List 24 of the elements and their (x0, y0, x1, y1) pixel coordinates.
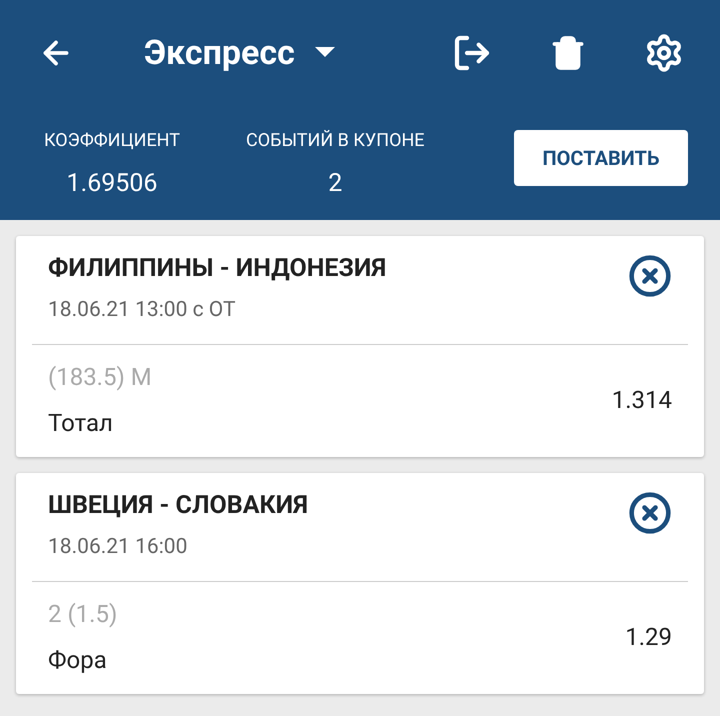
exit-icon[interactable] (452, 33, 492, 73)
odd-value: 1.29 (625, 622, 672, 653)
caret-icon (314, 47, 335, 59)
stat-label: СОБЫТИЙ В КУПОНЕ (246, 129, 425, 153)
close-icon (628, 491, 672, 535)
stat-value: 2 (328, 168, 342, 200)
remove-button[interactable] (628, 254, 672, 298)
stat-value: 1.69506 (66, 168, 158, 200)
title-dropdown[interactable]: Экспресс (144, 28, 335, 78)
odd-value: 1.314 (612, 385, 672, 416)
market-name: Тотал (48, 408, 114, 439)
place-bet-button[interactable]: ПОСТАВИТЬ (514, 130, 688, 186)
match-title: ФИЛИППИНЫ - ИНДОНЕЗИЯ (48, 253, 386, 285)
stat-label: КОЭФФИЦИЕНТ (44, 129, 180, 153)
match-time: 18.06.21 16:00 (48, 534, 188, 561)
match-title: ШВЕЦИЯ - СЛОВАКИЯ (48, 490, 308, 522)
outcome-text: 2 (1.5) (48, 599, 118, 630)
remove-button[interactable] (628, 491, 672, 535)
trash-icon[interactable] (550, 35, 586, 71)
match-time: 18.06.21 13:00 с ОТ (48, 297, 237, 324)
close-icon (628, 254, 672, 298)
settings-icon[interactable] (644, 33, 684, 73)
market-name: Фора (48, 645, 108, 676)
outcome-text: (183.5) М (48, 362, 152, 393)
